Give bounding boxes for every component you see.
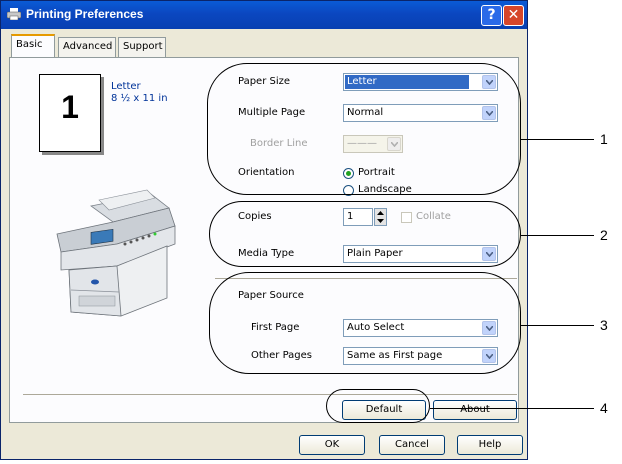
page-preview: 1 (39, 74, 101, 152)
about-button[interactable]: About (433, 400, 517, 420)
help-button[interactable]: Help (457, 435, 523, 455)
tab-basic[interactable]: Basic (11, 34, 55, 58)
callout-line-4 (430, 408, 594, 409)
callout-number-4: 4 (600, 400, 608, 416)
callout-line-3 (521, 325, 594, 326)
ok-button[interactable]: OK (299, 435, 365, 455)
window-title: Printing Preferences (26, 7, 144, 21)
paper-name-label: Letter (111, 81, 141, 92)
title-bar[interactable]: Printing Preferences ? ✕ (1, 1, 527, 29)
callout-line-1 (521, 139, 594, 140)
printer-image (56, 189, 176, 317)
printer-icon (7, 8, 21, 20)
callout-number-3: 3 (600, 317, 608, 333)
paper-dims-label: 8 ½ x 11 in (111, 93, 168, 104)
callout-ellipse-4 (326, 389, 430, 423)
callout-number-2: 2 (600, 227, 608, 243)
divider (23, 394, 517, 395)
close-button[interactable]: ✕ (503, 5, 524, 26)
tab-advanced[interactable]: Advanced (58, 37, 116, 57)
preview-page-number: 1 (61, 89, 79, 125)
help-title-button[interactable]: ? (481, 5, 502, 26)
callout-ellipse-2 (209, 201, 521, 267)
tab-support[interactable]: Support (118, 37, 166, 57)
callout-ellipse-3 (209, 272, 521, 374)
cancel-button[interactable]: Cancel (379, 435, 445, 455)
callout-number-1: 1 (600, 131, 608, 147)
callout-line-2 (521, 235, 594, 236)
callout-ellipse-1 (207, 63, 521, 195)
